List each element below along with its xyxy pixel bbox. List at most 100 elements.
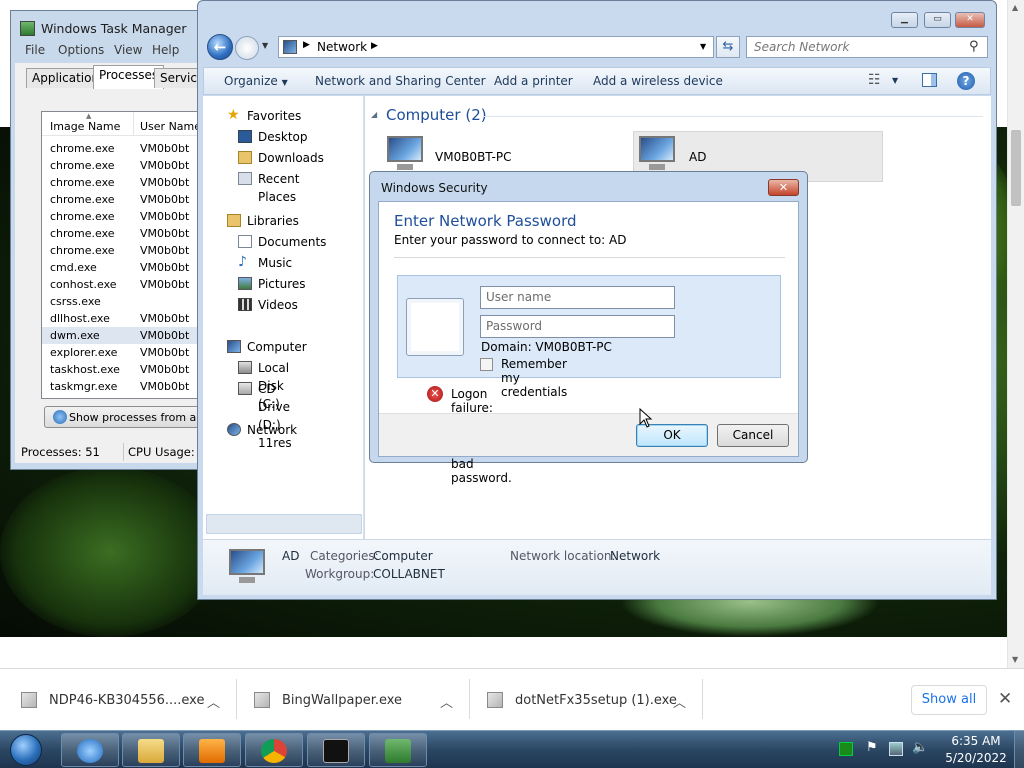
item-label: VM0B0BT-PC	[435, 150, 512, 164]
network-tray-icon[interactable]	[889, 742, 903, 756]
window-title: Windows Task Manager	[41, 21, 187, 36]
taskbar-chrome[interactable]	[245, 733, 303, 767]
table-row[interactable]: cmd.exe VM0b0bt	[42, 259, 212, 276]
table-row[interactable]: chrome.exe VM0b0bt	[42, 174, 212, 191]
cancel-button[interactable]: Cancel	[717, 424, 789, 447]
breadcrumb-arrow-icon[interactable]: ▶	[371, 41, 378, 51]
error-icon: ✕	[427, 386, 443, 402]
cell-image: chrome.exe	[50, 210, 115, 223]
cell-user: VM0b0bt	[140, 176, 190, 189]
menu-help[interactable]: Help	[152, 43, 179, 57]
browser-scrollbar[interactable]: ▲ ▼	[1007, 0, 1024, 668]
views-icon[interactable]: ☷	[868, 72, 881, 88]
search-icon[interactable]: ⚲	[969, 39, 979, 54]
table-row[interactable]: chrome.exe VM0b0bt	[42, 242, 212, 259]
group-collapse-icon[interactable]: ◢	[371, 110, 377, 119]
views-chevron-icon[interactable]: ▼	[892, 76, 898, 85]
tray-app-icon[interactable]	[839, 742, 853, 756]
installer-file-icon	[254, 692, 270, 708]
cell-user: VM0b0bt	[140, 210, 190, 223]
libraries-icon	[227, 214, 241, 227]
windows-security-dialog: Windows Security ✕ Enter Network Passwor…	[369, 171, 808, 485]
cell-user: VM0b0bt	[140, 312, 190, 325]
chevron-up-icon[interactable]: ︿	[440, 692, 453, 711]
taskbar-internet-explorer[interactable]	[61, 733, 119, 767]
add-printer-button[interactable]: Add a printer	[494, 74, 573, 88]
forward-button[interactable]	[235, 36, 259, 60]
table-row[interactable]: taskhost.exe VM0b0bt	[42, 361, 212, 378]
table-row[interactable]: dllhost.exe VM0b0bt	[42, 310, 212, 327]
nav-network-selected[interactable]	[206, 514, 362, 534]
show-all-processes-button[interactable]: Show processes from all us	[44, 406, 212, 428]
table-row[interactable]: dwm.exe VM0b0bt	[42, 327, 212, 344]
table-row[interactable]: chrome.exe VM0b0bt	[42, 157, 212, 174]
menu-view[interactable]: View	[114, 43, 142, 57]
cell-user: VM0b0bt	[140, 363, 190, 376]
start-button[interactable]	[4, 732, 48, 768]
maximize-button[interactable]: ▭	[924, 12, 951, 28]
close-downloads-icon[interactable]: ✕	[998, 689, 1012, 709]
network-sharing-center-button[interactable]: Network and Sharing Center	[315, 74, 486, 88]
taskbar-media-player[interactable]	[183, 733, 241, 767]
password-placeholder: Password	[486, 319, 543, 333]
password-input[interactable]: Password	[480, 315, 675, 338]
recent-pages-chevron-icon[interactable]: ▼	[262, 41, 268, 50]
volume-icon[interactable]: 🔈	[912, 740, 928, 755]
cell-image: explorer.exe	[50, 346, 118, 359]
dialog-close-button[interactable]: ✕	[768, 179, 799, 196]
column-user-name[interactable]: User Name	[140, 120, 201, 133]
table-row[interactable]: taskmgr.exe VM0b0bt	[42, 378, 212, 395]
group-header[interactable]: Computer (2)	[386, 106, 487, 124]
chevron-up-icon[interactable]: ︿	[673, 692, 686, 711]
music-icon: ♪	[238, 254, 247, 270]
breadcrumb-arrow-icon[interactable]: ▶	[303, 40, 310, 50]
task-manager-icon	[20, 21, 35, 36]
search-input[interactable]: Search Network ⚲	[746, 36, 988, 58]
table-row[interactable]: chrome.exe VM0b0bt	[42, 140, 212, 157]
download-item[interactable]: NDP46-KB304556....exe ︿	[21, 686, 231, 714]
network-location-value: Network	[610, 549, 661, 563]
action-center-flag-icon[interactable]: ⚑	[866, 740, 880, 755]
preview-pane-icon[interactable]	[922, 73, 937, 87]
menu-file[interactable]: File	[25, 43, 45, 57]
download-item[interactable]: BingWallpaper.exe ︿	[254, 686, 464, 714]
table-row[interactable]: conhost.exe VM0b0bt	[42, 276, 212, 293]
download-item[interactable]: dotNetFx35setup (1).exe ︿	[487, 686, 697, 714]
checkbox-icon[interactable]	[480, 358, 493, 371]
breadcrumb-network[interactable]: Network	[317, 40, 367, 54]
table-row[interactable]: chrome.exe VM0b0bt	[42, 191, 212, 208]
show-desktop-button[interactable]	[1014, 731, 1024, 768]
username-input[interactable]: User name	[480, 286, 675, 309]
refresh-button[interactable]: ⇆	[716, 36, 740, 58]
minimize-button[interactable]: ▁	[891, 12, 918, 28]
column-image-name[interactable]: Image Name	[50, 120, 120, 133]
taskbar-task-manager[interactable]	[369, 733, 427, 767]
chevron-down-icon: ▼	[281, 78, 288, 87]
mouse-cursor-icon	[639, 408, 653, 428]
address-bar[interactable]: ▶ Network ▶ ▼	[278, 36, 714, 58]
clock-date[interactable]: 5/20/2022	[942, 751, 1010, 765]
scroll-thumb[interactable]	[1011, 130, 1021, 206]
clock-time[interactable]: 6:35 AM	[951, 734, 1001, 748]
table-row[interactable]: chrome.exe VM0b0bt	[42, 208, 212, 225]
help-icon[interactable]: ?	[957, 72, 975, 90]
add-wireless-device-button[interactable]: Add a wireless device	[593, 74, 723, 88]
scroll-down-icon[interactable]: ▼	[1012, 655, 1018, 664]
table-row[interactable]: explorer.exe VM0b0bt	[42, 344, 212, 361]
table-row[interactable]: chrome.exe VM0b0bt	[42, 225, 212, 242]
organize-button[interactable]: Organize ▼	[224, 74, 288, 88]
taskbar-explorer[interactable]	[122, 733, 180, 767]
cell-user: VM0b0bt	[140, 346, 190, 359]
close-button[interactable]: ✕	[955, 12, 985, 28]
downloads-bar: NDP46-KB304556....exe ︿ BingWallpaper.ex…	[0, 668, 1024, 730]
chevron-up-icon[interactable]: ︿	[207, 692, 220, 711]
cell-user: VM0b0bt	[140, 193, 190, 206]
menu-options[interactable]: Options	[58, 43, 104, 57]
taskbar-cmd[interactable]	[307, 733, 365, 767]
back-button[interactable]: ←	[207, 34, 233, 60]
show-all-downloads-button[interactable]: Show all	[911, 685, 987, 715]
scroll-up-icon[interactable]: ▲	[1012, 3, 1018, 12]
cell-image: dwm.exe	[50, 329, 100, 342]
table-row[interactable]: csrss.exe	[42, 293, 212, 310]
address-dropdown-icon[interactable]: ▼	[700, 42, 706, 51]
